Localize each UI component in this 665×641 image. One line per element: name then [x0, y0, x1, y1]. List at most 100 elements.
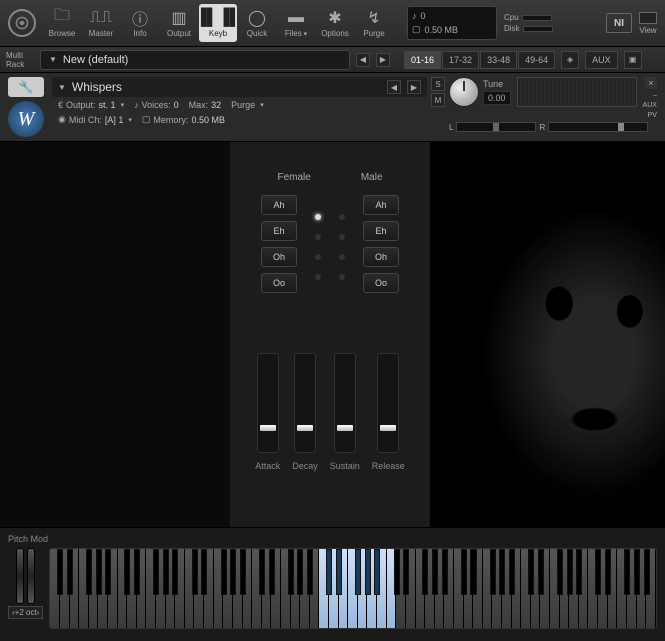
preset-dropdown[interactable]: ▼ New (default) — [40, 50, 350, 70]
white-key[interactable] — [223, 549, 233, 628]
preset-next-button[interactable]: ▶ — [376, 53, 390, 67]
white-key[interactable] — [473, 549, 483, 628]
white-key[interactable] — [396, 549, 406, 628]
pitch-wheel[interactable] — [16, 548, 24, 604]
white-key[interactable] — [310, 549, 320, 628]
range-tab-01-16[interactable]: 01-16 — [404, 51, 441, 69]
female-ah-radio[interactable] — [315, 214, 321, 220]
options-button[interactable]: ✱Options — [316, 4, 354, 42]
max-voices[interactable]: Max: 32 — [189, 100, 222, 110]
midi-channel-selector[interactable]: ◉ Midi Ch: [A] 1 — [58, 114, 132, 125]
info-button[interactable]: ⓘInfo — [121, 4, 159, 42]
white-key[interactable] — [329, 549, 339, 628]
instrument-title-dropdown[interactable]: ▼ Whispers ◀ ▶ — [52, 77, 427, 97]
white-key[interactable] — [646, 549, 656, 628]
solo-button[interactable]: S — [431, 77, 445, 91]
white-key[interactable] — [521, 549, 531, 628]
male-ah-radio[interactable] — [339, 214, 345, 220]
female-oh-button[interactable]: Oh — [261, 247, 297, 267]
white-key[interactable] — [387, 549, 397, 628]
white-key[interactable] — [406, 549, 416, 628]
white-key[interactable] — [540, 549, 550, 628]
preset-prev-button[interactable]: ◀ — [356, 53, 370, 67]
female-oh-radio[interactable] — [315, 254, 321, 260]
output-selector[interactable]: € Output: st. 1 — [58, 100, 124, 110]
male-eh-button[interactable]: Eh — [363, 221, 399, 241]
inst-purge-button[interactable]: Purge — [231, 100, 264, 110]
white-key[interactable] — [319, 549, 329, 628]
white-key[interactable] — [579, 549, 589, 628]
white-key[interactable] — [367, 549, 377, 628]
white-key[interactable] — [271, 549, 281, 628]
white-key[interactable] — [416, 549, 426, 628]
white-key[interactable] — [166, 549, 176, 628]
white-key[interactable] — [175, 549, 185, 628]
white-key[interactable] — [156, 549, 166, 628]
white-key[interactable] — [70, 549, 80, 628]
white-key[interactable] — [598, 549, 608, 628]
white-key[interactable] — [560, 549, 570, 628]
white-key[interactable] — [118, 549, 128, 628]
white-key[interactable] — [464, 549, 474, 628]
white-key[interactable] — [425, 549, 435, 628]
white-key[interactable] — [444, 549, 454, 628]
inst-pv-label[interactable]: PV — [648, 112, 657, 119]
white-key[interactable] — [617, 549, 627, 628]
white-key[interactable] — [550, 549, 560, 628]
white-key[interactable] — [127, 549, 137, 628]
white-key[interactable] — [588, 549, 598, 628]
white-key[interactable] — [281, 549, 291, 628]
white-key[interactable] — [300, 549, 310, 628]
mod-wheel[interactable] — [27, 548, 35, 604]
white-key[interactable] — [483, 549, 493, 628]
white-key[interactable] — [108, 549, 118, 628]
white-key[interactable] — [569, 549, 579, 628]
close-instrument-button[interactable]: × — [645, 77, 657, 89]
range-tab-49-64[interactable]: 49-64 — [518, 51, 555, 69]
release-slider[interactable] — [377, 353, 399, 453]
range-tab-17-32[interactable]: 17-32 — [442, 51, 479, 69]
female-oo-radio[interactable] — [315, 274, 321, 280]
white-key[interactable] — [79, 549, 89, 628]
white-key[interactable] — [637, 549, 647, 628]
white-key[interactable] — [89, 549, 99, 628]
white-key[interactable] — [194, 549, 204, 628]
attack-slider[interactable] — [257, 353, 279, 453]
white-key[interactable] — [608, 549, 618, 628]
male-oh-radio[interactable] — [339, 254, 345, 260]
sustain-slider[interactable] — [334, 353, 356, 453]
edit-instrument-button[interactable]: 🔧 — [8, 77, 44, 97]
male-ah-button[interactable]: Ah — [363, 195, 399, 215]
virtual-keyboard[interactable] — [49, 548, 657, 629]
aux-button[interactable]: AUX — [585, 51, 618, 69]
white-key[interactable] — [137, 549, 147, 628]
inst-aux-label[interactable]: AUX — [643, 102, 657, 109]
minimize-button[interactable]: ▣ — [624, 51, 642, 69]
purge-button[interactable]: ↯Purge — [355, 4, 393, 42]
white-key[interactable] — [146, 549, 156, 628]
master-button[interactable]: ⎍⎍Master — [82, 4, 120, 42]
female-oo-button[interactable]: Oo — [261, 273, 297, 293]
male-oh-button[interactable]: Oh — [363, 247, 399, 267]
male-oo-radio[interactable] — [339, 274, 345, 280]
kspace-button[interactable]: ◈ — [561, 51, 579, 69]
white-key[interactable] — [348, 549, 358, 628]
white-key[interactable] — [512, 549, 522, 628]
white-key[interactable] — [531, 549, 541, 628]
tune-knob[interactable] — [449, 77, 479, 107]
octave-display[interactable]: ‹+2 oct› — [8, 606, 43, 619]
white-key[interactable] — [233, 549, 243, 628]
female-eh-button[interactable]: Eh — [261, 221, 297, 241]
white-key[interactable] — [262, 549, 272, 628]
white-key[interactable] — [492, 549, 502, 628]
white-key[interactable] — [627, 549, 637, 628]
white-key[interactable] — [214, 549, 224, 628]
white-key[interactable] — [50, 549, 60, 628]
white-key[interactable] — [502, 549, 512, 628]
range-tab-33-48[interactable]: 33-48 — [480, 51, 517, 69]
white-key[interactable] — [358, 549, 368, 628]
inst-next-button[interactable]: ▶ — [407, 80, 421, 94]
output-button[interactable]: ▥Output — [160, 4, 198, 42]
white-key[interactable] — [60, 549, 70, 628]
white-key[interactable] — [252, 549, 262, 628]
